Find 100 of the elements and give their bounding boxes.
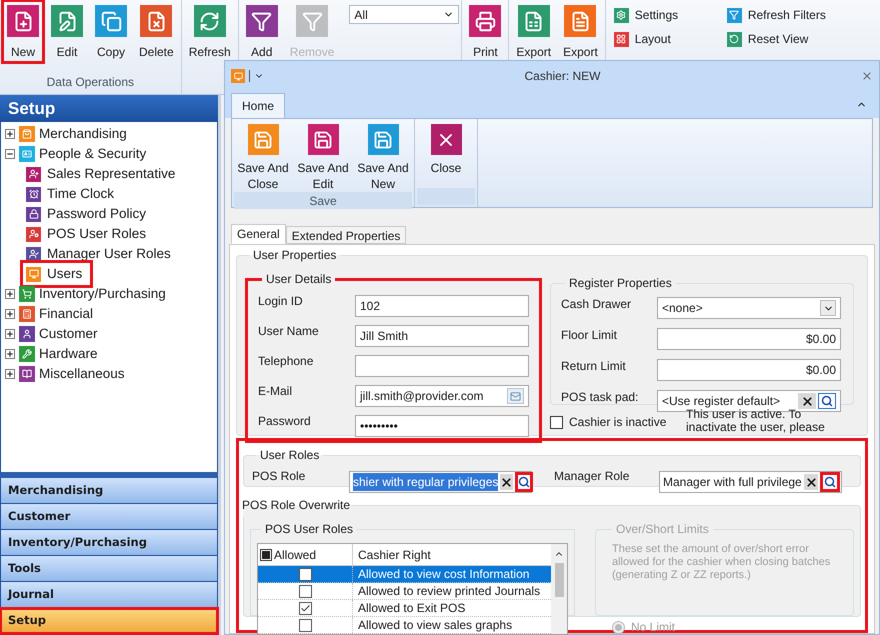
expand-icon[interactable] [5,349,15,359]
tree-item[interactable]: Users [23,263,90,285]
input-field[interactable]: $0.00 [657,328,841,350]
checkbox[interactable] [298,584,312,598]
small-toolbar-button[interactable]: Refresh Filters [726,5,826,25]
select-all-checkbox[interactable] [260,548,272,560]
tree-item[interactable]: Financial [39,304,94,324]
input-field[interactable]: Jill Smith [355,325,529,347]
grid-row[interactable]: Allowed to view cost Information [258,566,551,583]
toolbar-button[interactable]: Add [240,0,283,63]
ribbon-tab[interactable]: Home [231,93,286,118]
book-icon [19,366,35,382]
section-title: POS Role Overwrite [242,498,350,512]
input-field[interactable]: $0.00 [657,359,841,381]
alarm-clock-icon [26,186,41,202]
pdf-file-icon [564,5,596,37]
grid-row[interactable]: Allowed to review printed Journals [258,583,551,600]
tree-item[interactable]: POS User Roles [23,223,154,245]
search-icon[interactable] [818,393,836,409]
group-label: Data Operations [46,74,134,91]
lock-icon [26,206,41,222]
lookup-field[interactable]: shier with regular privileges [349,471,532,493]
user-icon [19,326,35,342]
tools-icon [19,346,35,362]
checkbox[interactable] [298,568,312,580]
small-toolbar-button[interactable]: Reset View [726,29,826,49]
save-icon [368,124,398,155]
ribbon-button[interactable]: Save And Edit [294,119,352,192]
table-cell-text: Allowed to review printed Journals [357,583,542,599]
email-field[interactable]: jill.smith@provider.com [355,385,529,407]
checkbox[interactable] [550,416,563,428]
toolbar-button[interactable]: Copy [90,0,132,63]
tree-item[interactable]: Hardware [39,344,98,364]
clear-icon[interactable] [798,393,816,409]
nav-button[interactable]: Customer [0,504,218,530]
search-icon[interactable] [515,472,534,492]
printer-icon [469,5,502,37]
tree-item[interactable]: Inventory/Purchasing [39,284,166,304]
toolbar-button[interactable]: Refresh [184,0,236,63]
column-header[interactable]: Cashier Right [353,544,551,565]
dropdown-field[interactable]: <none> [657,297,841,319]
input-field[interactable] [355,355,529,377]
expand-icon[interactable] [5,369,15,379]
save-icon [308,124,338,155]
clear-icon[interactable] [500,474,514,490]
close-icon[interactable] [861,70,873,82]
nav-button[interactable]: Inventory/Purchasing [0,530,218,556]
lookup-field[interactable]: Manager with full privilege [659,471,842,493]
ribbon-button[interactable]: Save And New [354,119,412,192]
grid-row[interactable]: Allowed to Exit POS [258,600,551,617]
file-edit-icon [51,5,83,37]
input-field[interactable]: 102 [355,295,529,317]
checkbox[interactable] [298,602,312,614]
tree-item[interactable]: Manager User Roles [23,243,179,265]
nav-button[interactable]: Tools [0,556,218,582]
tree-item[interactable]: Password Policy [23,203,154,225]
group-title: Register Properties [569,276,672,290]
filter-dropdown[interactable]: All [349,5,460,24]
expand-icon[interactable] [5,309,15,319]
splitter-handle[interactable] [0,472,218,478]
form-tab[interactable]: General [231,224,286,244]
ribbon-button[interactable]: Save And Close [234,119,292,192]
toolbar-button[interactable]: Delete [134,0,179,63]
sidebar-header: Setup [0,95,218,122]
small-toolbar-button[interactable]: Layout [614,29,713,49]
expand-icon[interactable] [5,289,15,299]
ribbon-button[interactable]: Close [417,119,475,188]
search-icon[interactable] [820,472,840,492]
nav-button[interactable]: Merchandising [0,478,218,504]
small-toolbar-button[interactable]: Settings [614,5,713,25]
input-field[interactable]: ••••••••• [355,415,529,437]
nav-button[interactable]: Journal [0,582,218,608]
tree-item[interactable]: Time Clock [23,183,122,205]
expand-icon[interactable] [5,129,15,139]
mail-icon[interactable] [507,388,524,404]
nav-button[interactable]: Setup [0,608,218,634]
tree-item[interactable]: Sales Representative [23,163,184,185]
clear-icon[interactable] [804,474,818,490]
grid-row[interactable]: Allowed to view sales graphs [258,617,551,634]
tree-item[interactable]: Miscellaneous [39,364,125,384]
toolbar-button[interactable]: Edit [46,0,88,63]
tree-item[interactable]: Customer [39,324,98,344]
refresh-icon [194,5,226,37]
save-icon [248,124,278,155]
field-label: POS task pad: [561,389,640,406]
collapse-icon[interactable] [5,149,15,159]
field-label: Manager Role [554,468,630,485]
field-label: User Name [258,323,320,340]
tree-item[interactable]: People & Security [39,144,146,164]
group-title: User Details [266,272,332,286]
scrollbar[interactable] [551,544,567,634]
scroll-thumb[interactable] [554,563,564,597]
column-header[interactable]: Allowed [258,544,353,565]
expand-icon[interactable] [5,329,15,339]
reset-icon [726,32,742,46]
tree-item[interactable]: Merchandising [39,124,127,144]
toolbar-button[interactable]: New [2,0,44,63]
form-tab[interactable]: Extended Properties [286,226,406,244]
checkbox[interactable] [298,618,312,632]
manager-icon [26,246,41,262]
